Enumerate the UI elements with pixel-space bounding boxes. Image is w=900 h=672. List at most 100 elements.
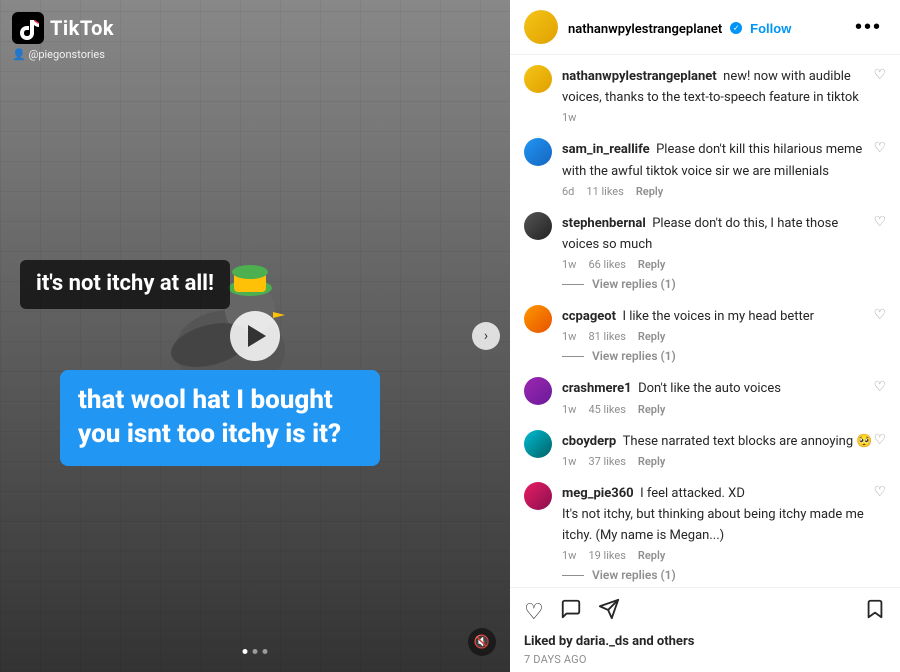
comment-body-4: cboyderp These narrated text blocks are … — [562, 430, 873, 468]
replies-text: View replies (1) — [592, 349, 676, 363]
comment-likes: 11 likes — [586, 185, 623, 198]
comment-heart-1[interactable]: ♡ — [873, 212, 886, 230]
comment-reply-button[interactable]: Reply — [638, 258, 665, 271]
tiktok-header: TikTok @piegonstories — [12, 12, 114, 61]
next-arrow[interactable]: › — [472, 322, 500, 350]
comment-heart-0[interactable]: ♡ — [873, 138, 886, 156]
comment-reply-button[interactable]: Reply — [638, 455, 665, 468]
comment-item: sam_in_reallife Please don't kill this h… — [524, 138, 886, 197]
comment-time: 1w — [562, 258, 576, 271]
more-options-button[interactable]: ••• — [851, 16, 886, 39]
comment-heart-2[interactable]: ♡ — [873, 305, 886, 323]
comment-meta-0: 6d 11 likes Reply — [562, 185, 873, 198]
comment-text-2: ccpageot I like the voices in my head be… — [562, 309, 814, 324]
post-author-avatar — [524, 10, 558, 44]
comment-meta-5: 1w 19 likes Reply — [562, 549, 873, 562]
comment-meta-4: 1w 37 likes Reply — [562, 455, 873, 468]
video-panel: TikTok @piegonstories it's not itchy at … — [0, 0, 510, 672]
replies-text: View replies (1) — [592, 277, 676, 291]
commenter-username: cboyderp — [562, 434, 616, 449]
caption-blue: that wool hat I bought you isnt too itch… — [60, 370, 380, 466]
username-wrap: nathanwpylestrangeplanet Follow — [568, 18, 843, 37]
tiktok-title: TikTok — [50, 16, 114, 40]
post-author-comment-time: 1w — [562, 111, 576, 124]
comment-item: crashmere1 Don't like the auto voices 1w… — [524, 377, 886, 415]
play-button[interactable] — [230, 311, 280, 361]
comment-heart-3[interactable]: ♡ — [873, 377, 886, 395]
commenter-username: meg_pie360 — [562, 486, 634, 501]
commenter-username: sam_in_reallife — [562, 142, 650, 157]
share-icon[interactable] — [598, 598, 620, 626]
commenter-username: crashmere1 — [562, 381, 632, 396]
dot-indicators — [243, 649, 268, 654]
commenter-avatar — [524, 138, 552, 166]
commenter-username: ccpageot — [562, 309, 616, 324]
right-panel: nathanwpylestrangeplanet Follow ••• nath… — [510, 0, 900, 672]
commenter-avatar — [524, 482, 552, 510]
comment-meta-1: 1w 66 likes Reply — [562, 258, 873, 271]
comment-item: ccpageot I like the voices in my head be… — [524, 305, 886, 363]
dot-2 — [253, 649, 258, 654]
post-author-comment: nathanwpylestrangeplanet new! now with a… — [524, 65, 886, 124]
commenter-avatar — [524, 212, 552, 240]
commenter-avatar — [524, 377, 552, 405]
comment-meta-2: 1w 81 likes Reply — [562, 330, 873, 343]
replies-line — [562, 356, 584, 357]
action-icons-row: ♡ — [524, 598, 886, 626]
view-replies-5[interactable]: View replies (1) — [562, 568, 873, 582]
comment-body-5: meg_pie360 I feel attacked. XDIt's not i… — [562, 482, 873, 583]
replies-line — [562, 284, 584, 285]
post-author-small-avatar — [524, 65, 552, 93]
volume-button[interactable]: 🔇 — [468, 628, 496, 656]
comment-heart-5[interactable]: ♡ — [873, 482, 886, 500]
follow-button[interactable]: Follow — [750, 21, 791, 36]
comment-likes: 66 likes — [588, 258, 625, 271]
comment-time: 1w — [562, 455, 576, 468]
comment-body-1: stephenbernal Please don't do this, I ha… — [562, 212, 873, 291]
post-author-comment-text: nathanwpylestrangeplanet new! now with a… — [562, 69, 859, 105]
like-icon[interactable]: ♡ — [524, 600, 544, 625]
commenter-username: stephenbernal — [562, 216, 646, 231]
comments-container: sam_in_reallife Please don't kill this h… — [524, 138, 886, 582]
comment-meta-3: 1w 45 likes Reply — [562, 403, 873, 416]
comment-likes: 37 likes — [588, 455, 625, 468]
comment-reply-button[interactable]: Reply — [638, 549, 665, 562]
bottom-actions: ♡ Liked by daria._ds and others 7 D — [510, 587, 900, 672]
comment-time: 6d — [562, 185, 574, 198]
bookmark-icon[interactable] — [864, 598, 886, 626]
comment-reply-button[interactable]: Reply — [638, 330, 665, 343]
comment-time: 1w — [562, 549, 576, 562]
author-avatar-image — [524, 10, 558, 44]
post-header: nathanwpylestrangeplanet Follow ••• — [510, 0, 900, 55]
commenter-avatar — [524, 430, 552, 458]
replies-text: View replies (1) — [592, 568, 676, 582]
comment-item: meg_pie360 I feel attacked. XDIt's not i… — [524, 482, 886, 583]
view-replies-1[interactable]: View replies (1) — [562, 277, 873, 291]
comment-body-3: crashmere1 Don't like the auto voices 1w… — [562, 377, 873, 415]
tiktok-username: @piegonstories — [12, 48, 105, 61]
comment-text-4: cboyderp These narrated text blocks are … — [562, 434, 873, 449]
post-author-comment-meta: 1w — [562, 111, 873, 124]
comment-text-1: stephenbernal Please don't do this, I ha… — [562, 216, 838, 252]
caption-dark: it's not itchy at all! — [20, 260, 230, 309]
dot-3 — [263, 649, 268, 654]
comment-reply-button[interactable]: Reply — [636, 185, 663, 198]
comment-text-3: crashmere1 Don't like the auto voices — [562, 381, 781, 396]
comment-likes: 81 likes — [588, 330, 625, 343]
post-author-username: nathanwpylestrangeplanet — [568, 22, 722, 37]
comment-time: 1w — [562, 403, 576, 416]
comment-body-0: sam_in_reallife Please don't kill this h… — [562, 138, 873, 197]
view-replies-2[interactable]: View replies (1) — [562, 349, 873, 363]
post-author-heart-icon[interactable]: ♡ — [873, 65, 886, 83]
post-author-comment-body: nathanwpylestrangeplanet new! now with a… — [562, 65, 873, 124]
comment-likes: 19 likes — [588, 549, 625, 562]
comment-text-0: sam_in_reallife Please don't kill this h… — [562, 142, 862, 178]
comment-reply-button[interactable]: Reply — [638, 403, 665, 416]
comment-text-5: meg_pie360 I feel attacked. XDIt's not i… — [562, 486, 864, 543]
comment-icon[interactable] — [560, 598, 582, 626]
comment-time: 1w — [562, 330, 576, 343]
dot-1 — [243, 649, 248, 654]
comment-heart-4[interactable]: ♡ — [873, 430, 886, 448]
verified-badge — [730, 22, 742, 34]
comments-section[interactable]: nathanwpylestrangeplanet new! now with a… — [510, 55, 900, 587]
